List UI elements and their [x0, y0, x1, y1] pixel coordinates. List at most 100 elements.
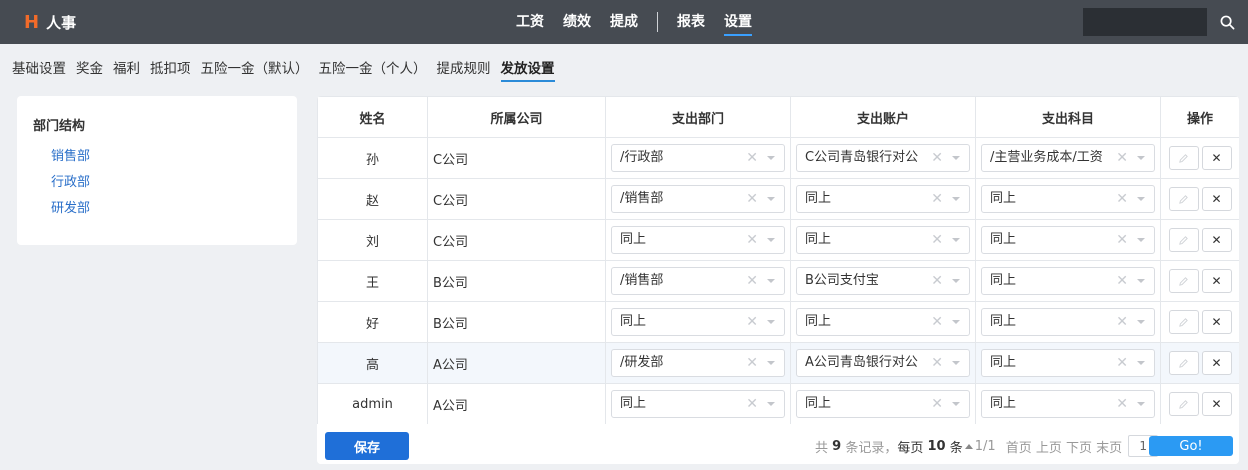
- last-page-link[interactable]: 末页: [1096, 437, 1122, 456]
- chevron-down-icon[interactable]: [767, 320, 775, 324]
- chevron-down-icon[interactable]: [1137, 156, 1145, 160]
- clear-icon[interactable]: ✕: [746, 391, 758, 417]
- chevron-down-icon[interactable]: [1137, 238, 1145, 242]
- prev-page-link[interactable]: 上页: [1036, 437, 1062, 456]
- clear-icon[interactable]: ✕: [931, 186, 943, 212]
- expense-dept-select[interactable]: /行政部 ✕: [611, 144, 785, 172]
- clear-icon[interactable]: ✕: [931, 391, 943, 417]
- expense-subject-select[interactable]: 同上 ✕: [981, 308, 1155, 336]
- expense-subject-select[interactable]: 同上 ✕: [981, 267, 1155, 295]
- search-input[interactable]: [1083, 8, 1207, 36]
- expense-account-select[interactable]: A公司青岛银行对公 ✕: [796, 349, 970, 377]
- chevron-down-icon[interactable]: [767, 197, 775, 201]
- brand[interactable]: H 人事: [24, 0, 76, 44]
- expense-account-select[interactable]: 同上 ✕: [796, 308, 970, 336]
- clear-icon[interactable]: ✕: [931, 145, 943, 171]
- expense-subject-select[interactable]: /主营业务成本/工资 ✕: [981, 144, 1155, 172]
- tab-basic-settings[interactable]: 基础设置: [12, 58, 66, 80]
- chevron-down-icon[interactable]: [1137, 279, 1145, 283]
- edit-button[interactable]: [1168, 269, 1199, 293]
- edit-button[interactable]: [1168, 351, 1199, 375]
- edit-button[interactable]: [1168, 146, 1199, 170]
- clear-icon[interactable]: ✕: [1116, 227, 1128, 253]
- chevron-down-icon[interactable]: [767, 279, 775, 283]
- delete-button[interactable]: ✕: [1201, 228, 1232, 252]
- clear-icon[interactable]: ✕: [931, 309, 943, 335]
- department-item-rnd[interactable]: 研发部: [51, 196, 90, 222]
- tab-bonus[interactable]: 奖金: [76, 58, 103, 80]
- nav-commission[interactable]: 提成: [610, 0, 638, 44]
- nav-settings[interactable]: 设置: [724, 0, 752, 44]
- save-button[interactable]: 保存: [325, 432, 409, 460]
- chevron-down-icon[interactable]: [952, 279, 960, 283]
- clear-icon[interactable]: ✕: [746, 227, 758, 253]
- expense-dept-select[interactable]: /销售部 ✕: [611, 267, 785, 295]
- edit-button[interactable]: [1168, 228, 1199, 252]
- expense-subject-select[interactable]: 同上 ✕: [981, 185, 1155, 213]
- chevron-down-icon[interactable]: [1137, 361, 1145, 365]
- expense-subject-select[interactable]: 同上 ✕: [981, 226, 1155, 254]
- expense-subject-select[interactable]: 同上 ✕: [981, 349, 1155, 377]
- chevron-down-icon[interactable]: [952, 320, 960, 324]
- expense-dept-select[interactable]: 同上 ✕: [611, 308, 785, 336]
- expense-dept-select[interactable]: 同上 ✕: [611, 390, 785, 418]
- chevron-down-icon[interactable]: [952, 361, 960, 365]
- expense-subject-select[interactable]: 同上 ✕: [981, 390, 1155, 418]
- chevron-down-icon[interactable]: [1137, 402, 1145, 406]
- clear-icon[interactable]: ✕: [1116, 145, 1128, 171]
- clear-icon[interactable]: ✕: [746, 186, 758, 212]
- edit-button[interactable]: [1168, 392, 1199, 416]
- chevron-down-icon[interactable]: [952, 156, 960, 160]
- tab-insurance-personal[interactable]: 五险一金（个人）: [319, 58, 427, 80]
- tab-payout-settings[interactable]: 发放设置: [500, 58, 555, 82]
- clear-icon[interactable]: ✕: [1116, 350, 1128, 376]
- chevron-down-icon[interactable]: [952, 238, 960, 242]
- caret-up-icon[interactable]: [964, 443, 973, 449]
- expense-account-select[interactable]: 同上 ✕: [796, 185, 970, 213]
- edit-button[interactable]: [1168, 310, 1199, 334]
- clear-icon[interactable]: ✕: [931, 227, 943, 253]
- chevron-down-icon[interactable]: [767, 402, 775, 406]
- edit-button[interactable]: [1168, 187, 1199, 211]
- nav-performance[interactable]: 绩效: [563, 0, 591, 44]
- chevron-down-icon[interactable]: [1137, 197, 1145, 201]
- expense-dept-select[interactable]: 同上 ✕: [611, 226, 785, 254]
- clear-icon[interactable]: ✕: [746, 145, 758, 171]
- tab-commission-rules[interactable]: 提成规则: [437, 58, 491, 80]
- delete-button[interactable]: ✕: [1201, 269, 1232, 293]
- chevron-down-icon[interactable]: [952, 402, 960, 406]
- per-page-count[interactable]: 10: [928, 439, 946, 454]
- go-button[interactable]: Go!: [1149, 436, 1233, 456]
- search-button[interactable]: [1207, 8, 1248, 36]
- delete-button[interactable]: ✕: [1201, 146, 1232, 170]
- chevron-down-icon[interactable]: [767, 361, 775, 365]
- clear-icon[interactable]: ✕: [1116, 268, 1128, 294]
- chevron-down-icon[interactable]: [767, 156, 775, 160]
- clear-icon[interactable]: ✕: [746, 268, 758, 294]
- clear-icon[interactable]: ✕: [1116, 186, 1128, 212]
- tab-insurance-default[interactable]: 五险一金（默认）: [201, 58, 309, 80]
- next-page-link[interactable]: 下页: [1066, 437, 1092, 456]
- first-page-link[interactable]: 首页: [1006, 437, 1032, 456]
- department-item-sales[interactable]: 销售部: [51, 144, 90, 170]
- delete-button[interactable]: ✕: [1201, 187, 1232, 211]
- expense-account-select[interactable]: B公司支付宝 ✕: [796, 267, 970, 295]
- expense-account-select[interactable]: 同上 ✕: [796, 226, 970, 254]
- delete-button[interactable]: ✕: [1201, 310, 1232, 334]
- nav-reports[interactable]: 报表: [677, 0, 705, 44]
- clear-icon[interactable]: ✕: [1116, 391, 1128, 417]
- clear-icon[interactable]: ✕: [746, 350, 758, 376]
- chevron-down-icon[interactable]: [952, 197, 960, 201]
- expense-dept-select[interactable]: /销售部 ✕: [611, 185, 785, 213]
- clear-icon[interactable]: ✕: [931, 350, 943, 376]
- tab-welfare[interactable]: 福利: [113, 58, 140, 80]
- nav-salary[interactable]: 工资: [516, 0, 544, 44]
- expense-account-select[interactable]: C公司青岛银行对公 ✕: [796, 144, 970, 172]
- expense-account-select[interactable]: 同上 ✕: [796, 390, 970, 418]
- delete-button[interactable]: ✕: [1201, 351, 1232, 375]
- chevron-down-icon[interactable]: [1137, 320, 1145, 324]
- department-item-admin[interactable]: 行政部: [51, 170, 90, 196]
- delete-button[interactable]: ✕: [1201, 392, 1232, 416]
- clear-icon[interactable]: ✕: [931, 268, 943, 294]
- expense-dept-select[interactable]: /研发部 ✕: [611, 349, 785, 377]
